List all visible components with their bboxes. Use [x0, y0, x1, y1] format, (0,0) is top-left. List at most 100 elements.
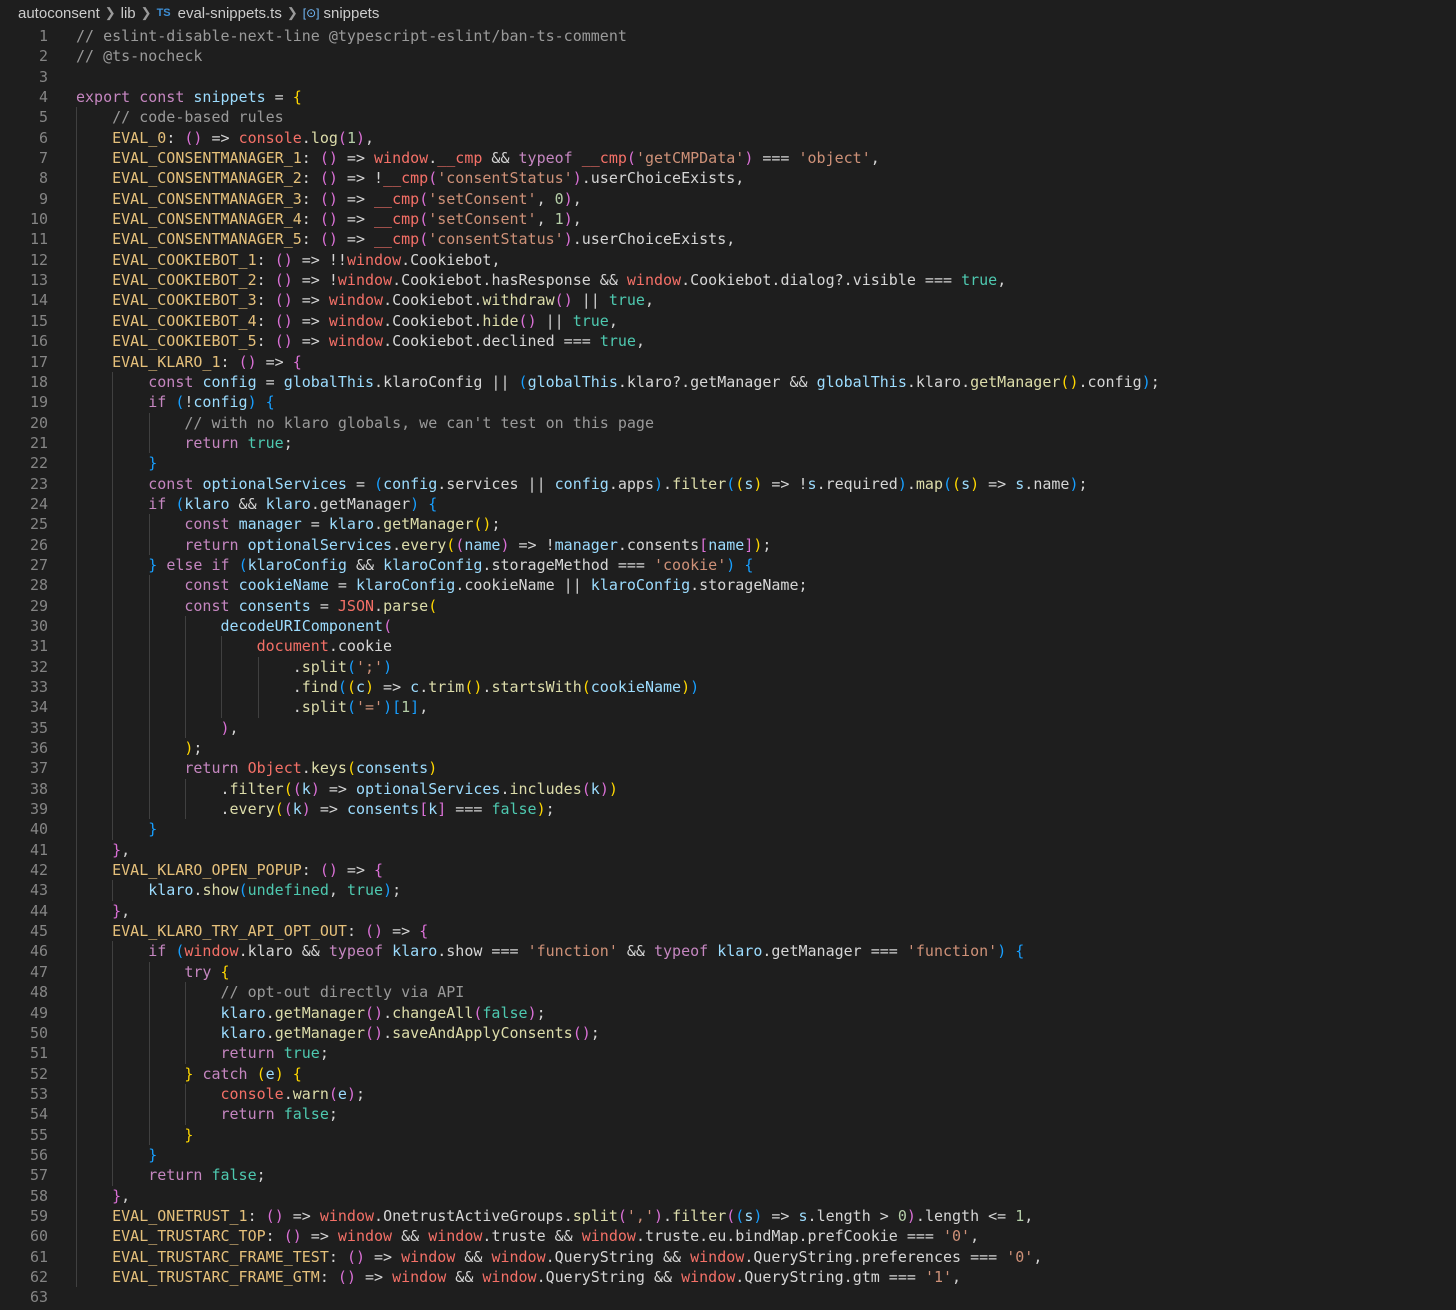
code-line[interactable]: 12 EVAL_COOKIEBOT_1: () => !!window.Cook…	[0, 249, 1456, 271]
code-line[interactable]: 2 // @ts-nocheck	[0, 46, 1456, 66]
code-line[interactable]: 23 const optionalServices = (config.serv…	[0, 473, 1456, 494]
code-line[interactable]: 31 document.cookie	[0, 636, 1456, 657]
code-text: if (!config) {	[148, 393, 275, 412]
code-line[interactable]: 32 .split(';')	[0, 656, 1456, 677]
code-text: const config = globalThis.klaroConfig ||…	[148, 372, 1160, 391]
code-text: const optionalServices = (config.service…	[148, 474, 1088, 493]
code-line[interactable]: 1 // eslint-disable-next-line @typescript…	[0, 26, 1456, 46]
code-line[interactable]: 51 return true;	[0, 1043, 1456, 1064]
code-line[interactable]: 9 EVAL_CONSENTMANAGER_3: () => __cmp('se…	[0, 188, 1456, 210]
code-line[interactable]: 49 klaro.getManager().changeAll(false);	[0, 1002, 1456, 1023]
code-text: klaro.getManager().changeAll(false);	[220, 1003, 546, 1022]
line-number: 24	[29, 494, 48, 513]
code-line[interactable]: 59 EVAL_ONETRUST_1: () => window.Onetrus…	[0, 1205, 1456, 1227]
code-line[interactable]: 30 decodeURIComponent(	[0, 615, 1456, 637]
line-number: 25	[29, 515, 48, 534]
line-number: 34	[29, 698, 48, 717]
code-line[interactable]: 15 EVAL_COOKIEBOT_4: () => window.Cookie…	[0, 310, 1456, 332]
line-number: 6	[38, 128, 48, 147]
code-line[interactable]: 16 EVAL_COOKIEBOT_5: () => window.Cookie…	[0, 331, 1456, 352]
code-line[interactable]: 62 EVAL_TRUSTARC_FRAME_GTM: () => window…	[0, 1266, 1456, 1288]
code-line[interactable]: 37 return Object.keys(consents)	[0, 758, 1456, 779]
code-line[interactable]: 44 },	[0, 900, 1456, 922]
code-line[interactable]: 24 if (klaro && klaro.getManager) {	[0, 493, 1456, 515]
code-line[interactable]: 55 }	[0, 1124, 1456, 1145]
code-line[interactable]: 61 EVAL_TRUSTARC_FRAME_TEST: () => windo…	[0, 1246, 1456, 1267]
breadcrumb-item-lib[interactable]: lib	[121, 5, 136, 22]
code-line[interactable]: 20 // with no klaro globals, we can't te…	[0, 412, 1456, 433]
code-line[interactable]: 47 try {	[0, 961, 1456, 983]
code-line[interactable]: 29 const consents = JSON.parse(	[0, 595, 1456, 616]
code-text: .split(';')	[76, 657, 393, 676]
breadcrumb-item-symbol[interactable]: snippets	[323, 5, 379, 22]
code-line[interactable]: 57 return false;	[0, 1165, 1456, 1186]
code-line[interactable]: 26 return optionalServices.every((name) …	[0, 534, 1456, 555]
line-number: 11	[29, 230, 48, 249]
code-line[interactable]: 39 .every((k) => consents[k] === false);	[0, 799, 1456, 820]
code-line[interactable]: 34 .split('=')[1],	[0, 697, 1456, 718]
code-text: EVAL_0: () => console.log(1),	[112, 128, 375, 147]
breadcrumb-item-autoconsent[interactable]: autoconsent	[18, 5, 100, 22]
code-text: EVAL_TRUSTARC_TOP: () => window && windo…	[112, 1227, 980, 1246]
code-line[interactable]: 10 EVAL_CONSENTMANAGER_4: () => __cmp('s…	[0, 209, 1456, 230]
breadcrumb-item-file[interactable]: eval-snippets.ts	[178, 5, 282, 22]
code-line[interactable]: 45 EVAL_KLARO_TRY_API_OPT_OUT: () => {	[0, 921, 1456, 942]
code-line[interactable]: 56 }	[0, 1144, 1456, 1166]
line-number: 12	[29, 250, 48, 269]
code-line[interactable]: 54 return false;	[0, 1104, 1456, 1125]
code-line[interactable]: 19 if (!config) {	[0, 392, 1456, 413]
code-line[interactable]: 6 EVAL_0: () => console.log(1),	[0, 127, 1456, 149]
code-line[interactable]: 4 export const snippets = {	[0, 87, 1456, 107]
code-text: // @ts-nocheck	[76, 47, 203, 66]
line-number: 3	[38, 67, 48, 86]
code-text: EVAL_COOKIEBOT_5: () => window.Cookiebot…	[112, 332, 645, 351]
line-number: 54	[29, 1105, 48, 1124]
code-line[interactable]: 22 }	[0, 453, 1456, 474]
line-number: 62	[29, 1267, 48, 1286]
code-text: EVAL_COOKIEBOT_2: () => !window.Cookiebo…	[112, 271, 1007, 290]
code-line[interactable]: 35 ),	[0, 717, 1456, 739]
code-line[interactable]: 25 const manager = klaro.getManager();	[0, 514, 1456, 535]
code-line[interactable]: 33 .find((c) => c.trim().startsWith(cook…	[0, 677, 1456, 698]
code-line[interactable]: 28 const cookieName = klaroConfig.cookie…	[0, 575, 1456, 596]
code-line[interactable]: 17 EVAL_KLARO_1: () => {	[0, 351, 1456, 372]
code-text: return true;	[184, 433, 293, 452]
code-line[interactable]: 5 // code-based rules	[0, 107, 1456, 128]
code-line[interactable]: 36 );	[0, 738, 1456, 759]
code-line[interactable]: 3	[0, 67, 1456, 87]
line-number: 1	[38, 27, 48, 45]
line-number: 16	[29, 332, 48, 351]
code-line[interactable]: 7 EVAL_CONSENTMANAGER_1: () => window.__…	[0, 148, 1456, 169]
code-line[interactable]: 13 EVAL_COOKIEBOT_2: () => !window.Cooki…	[0, 270, 1456, 291]
code-line[interactable]: 18 const config = globalThis.klaroConfig…	[0, 371, 1456, 393]
code-text: .filter((k) => optionalServices.includes…	[76, 779, 618, 798]
line-number: 18	[29, 372, 48, 391]
code-line[interactable]: 43 klaro.show(undefined, true);	[0, 880, 1456, 901]
line-number: 35	[29, 718, 48, 737]
code-line[interactable]: 27 } else if (klaroConfig && klaroConfig…	[0, 554, 1456, 576]
code-line[interactable]: 14 EVAL_COOKIEBOT_3: () => window.Cookie…	[0, 290, 1456, 311]
code-line[interactable]: 52 } catch (e) {	[0, 1063, 1456, 1084]
code-text: // opt-out directly via API	[220, 983, 465, 1002]
code-line[interactable]: 50 klaro.getManager().saveAndApplyConsen…	[0, 1022, 1456, 1044]
code-line[interactable]: 11 EVAL_CONSENTMANAGER_5: () => __cmp('c…	[0, 229, 1456, 250]
line-number: 53	[29, 1084, 48, 1103]
code-line[interactable]: 21 return true;	[0, 432, 1456, 454]
code-text: EVAL_CONSENTMANAGER_3: () => __cmp('setC…	[112, 189, 582, 208]
code-line[interactable]: 46 if (window.klaro && typeof klaro.show…	[0, 941, 1456, 962]
code-line[interactable]: 48 // opt-out directly via API	[0, 982, 1456, 1003]
chevron-right-icon: ❯	[104, 5, 116, 20]
code-line[interactable]: 41 },	[0, 839, 1456, 861]
code-text: EVAL_TRUSTARC_FRAME_GTM: () => window &&…	[112, 1267, 962, 1286]
code-line[interactable]: 58 },	[0, 1185, 1456, 1206]
code-line[interactable]: 8 EVAL_CONSENTMANAGER_2: () => !__cmp('c…	[0, 168, 1456, 189]
line-number: 32	[29, 657, 48, 676]
code-line[interactable]: 38 .filter((k) => optionalServices.inclu…	[0, 778, 1456, 800]
code-line[interactable]: 63	[0, 1287, 1456, 1307]
code-line[interactable]: 60 EVAL_TRUSTARC_TOP: () => window && wi…	[0, 1226, 1456, 1247]
code-line[interactable]: 40 }	[0, 819, 1456, 840]
code-line[interactable]: 42 EVAL_KLARO_OPEN_POPUP: () => {	[0, 860, 1456, 881]
code-editor[interactable]: 1 // eslint-disable-next-line @typescript…	[0, 26, 1456, 1308]
code-line[interactable]: 53 console.warn(e);	[0, 1083, 1456, 1105]
code-text: EVAL_COOKIEBOT_4: () => window.Cookiebot…	[112, 311, 618, 330]
